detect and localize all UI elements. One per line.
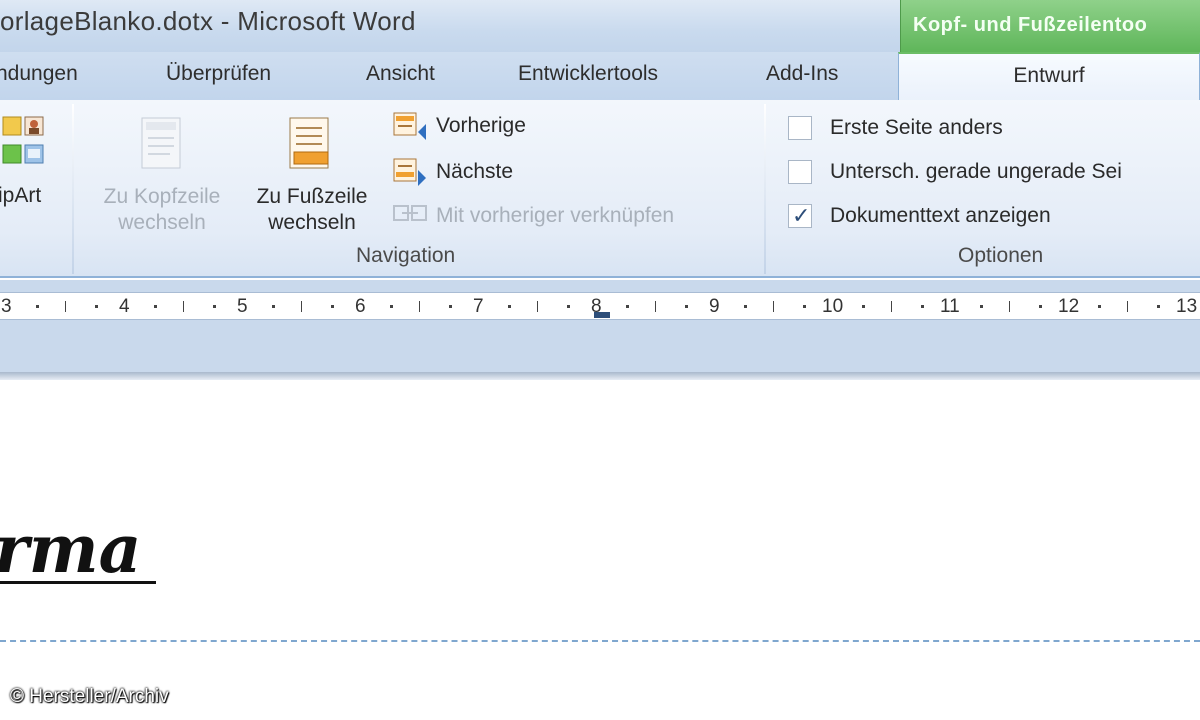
ruler-half-tick (891, 301, 892, 312)
title-bar: orlageBlanko.dotx - Microsoft Word Kopf-… (0, 0, 1200, 52)
link-chain-icon (393, 205, 427, 221)
group-separator (764, 104, 766, 274)
link-to-previous-label: Mit vorheriger verknüpfen (436, 204, 675, 227)
ruler-quarter-mark (803, 305, 806, 308)
ruler-number: 11 (940, 296, 960, 317)
footer-page-icon (289, 117, 329, 169)
tab-add-ins[interactable]: Add-Ins (766, 62, 838, 86)
ruler-quarter-mark (449, 305, 452, 308)
ruler-quarter-mark (508, 305, 511, 308)
to-footer-line1: Zu Fußzeile (256, 185, 368, 208)
ruler-quarter-mark (213, 305, 216, 308)
link-to-previous-button[interactable]: Mit vorheriger verknüpfen (392, 200, 762, 234)
previous-button[interactable]: Vorherige (392, 110, 612, 144)
ruler-quarter-mark (95, 305, 98, 308)
ruler-number: 10 (822, 296, 844, 317)
header-page-icon (141, 117, 181, 169)
ruler-quarter-mark (331, 305, 334, 308)
ruler-half-tick (1009, 301, 1010, 312)
tab-review[interactable]: Überprüfen (166, 62, 271, 86)
ruler-shadow (0, 372, 1200, 380)
option-different-odd-even-label: Untersch. gerade ungerade Sei (830, 160, 1122, 183)
ruler-half-tick (419, 301, 420, 312)
context-tab-group-header-footer: Kopf- und Fußzeilentoo (900, 0, 1200, 52)
ruler-quarter-mark (154, 305, 157, 308)
ruler-number: 12 (1058, 296, 1080, 317)
ruler-number: 7 (473, 296, 484, 317)
options-group-label: Optionen (958, 244, 1044, 267)
window-title: orlageBlanko.dotx - Microsoft Word (0, 6, 416, 36)
option-show-document-text-label: Dokumenttext anzeigen (830, 204, 1051, 227)
ruler-half-tick (65, 301, 66, 312)
clipart-button-label[interactable]: ipArt (0, 184, 41, 208)
to-header-line1: Zu Kopfzeile (103, 185, 221, 208)
ruler-half-tick (301, 301, 302, 312)
ruler-quarter-mark (272, 305, 275, 308)
tab-design-label: Entwurf (1013, 64, 1085, 87)
ruler-quarter-mark (1039, 305, 1042, 308)
person-image-icon[interactable] (24, 116, 44, 136)
next-section-icon (393, 158, 426, 186)
image-credit: © Hersteller/Archiv (10, 686, 169, 707)
checkbox-different-first-page[interactable] (788, 116, 812, 140)
check-mark-icon: ✓ (792, 203, 811, 228)
to-header-line2: wechseln (118, 211, 206, 234)
ruler-half-tick (655, 301, 656, 312)
ruler-number: 13 (1176, 296, 1198, 317)
footer-boundary-line (0, 640, 1200, 642)
ruler-quarter-mark (744, 305, 747, 308)
ruler-half-tick (537, 301, 538, 312)
previous-section-icon (393, 112, 426, 140)
picture-icon[interactable] (2, 116, 22, 136)
ruler-quarter-mark (390, 305, 393, 308)
previous-label: Vorherige (436, 114, 526, 137)
ruler-quarter-mark (1157, 305, 1160, 308)
ruler-quarter-mark (36, 305, 39, 308)
heading-underline (0, 581, 156, 584)
ruler-number: 5 (237, 296, 248, 317)
ribbon: ipArt Zu Kopfzeile wechseln Zu Fußzeile … (0, 100, 1200, 278)
checkbox-different-odd-even[interactable] (788, 160, 812, 184)
to-footer-line2: wechseln (268, 211, 356, 234)
group-separator (72, 104, 74, 274)
context-tab-group-label: Kopf- und Fußzeilentoo (913, 14, 1148, 36)
ruler-half-tick (1127, 301, 1128, 312)
next-button[interactable]: Nächste (392, 156, 612, 190)
tab-references[interactable]: ndungen (0, 62, 78, 86)
ruler-number: 4 (119, 296, 130, 317)
tab-view[interactable]: Ansicht (366, 62, 435, 86)
option-different-first-page[interactable]: Erste Seite anders (788, 112, 1200, 144)
ruler-quarter-mark (862, 305, 865, 308)
ruler-number: 3 (1, 296, 12, 317)
navigation-group-label: Navigation (356, 244, 456, 267)
to-header-button[interactable]: Zu Kopfzeile wechseln (88, 114, 236, 238)
ruler-half-tick (773, 301, 774, 312)
tab-design[interactable]: Entwurf (898, 52, 1200, 102)
option-different-odd-even[interactable]: Untersch. gerade ungerade Sei (788, 156, 1200, 188)
to-footer-button[interactable]: Zu Fußzeile wechseln (238, 114, 386, 238)
option-different-first-page-label: Erste Seite anders (830, 116, 1003, 139)
shapes-icon[interactable] (2, 144, 22, 164)
option-show-document-text[interactable]: ✓ Dokumenttext anzeigen (788, 200, 1200, 232)
ruler-quarter-mark (980, 305, 983, 308)
screenshot-icon[interactable] (24, 144, 44, 164)
document-heading: rma (0, 510, 142, 588)
ruler-number: 6 (355, 296, 366, 317)
ruler-quarter-mark (1098, 305, 1101, 308)
next-label: Nächste (436, 160, 514, 183)
tab-developer[interactable]: Entwicklertools (518, 62, 658, 86)
checkbox-show-document-text[interactable]: ✓ (788, 203, 812, 228)
ruler-half-tick (183, 301, 184, 312)
ruler-quarter-mark (921, 305, 924, 308)
ruler-number: 9 (709, 296, 720, 317)
ruler-quarter-mark (626, 305, 629, 308)
ruler-quarter-mark (567, 305, 570, 308)
ruler-quarter-mark (685, 305, 688, 308)
tab-stop-marker[interactable] (594, 312, 610, 318)
